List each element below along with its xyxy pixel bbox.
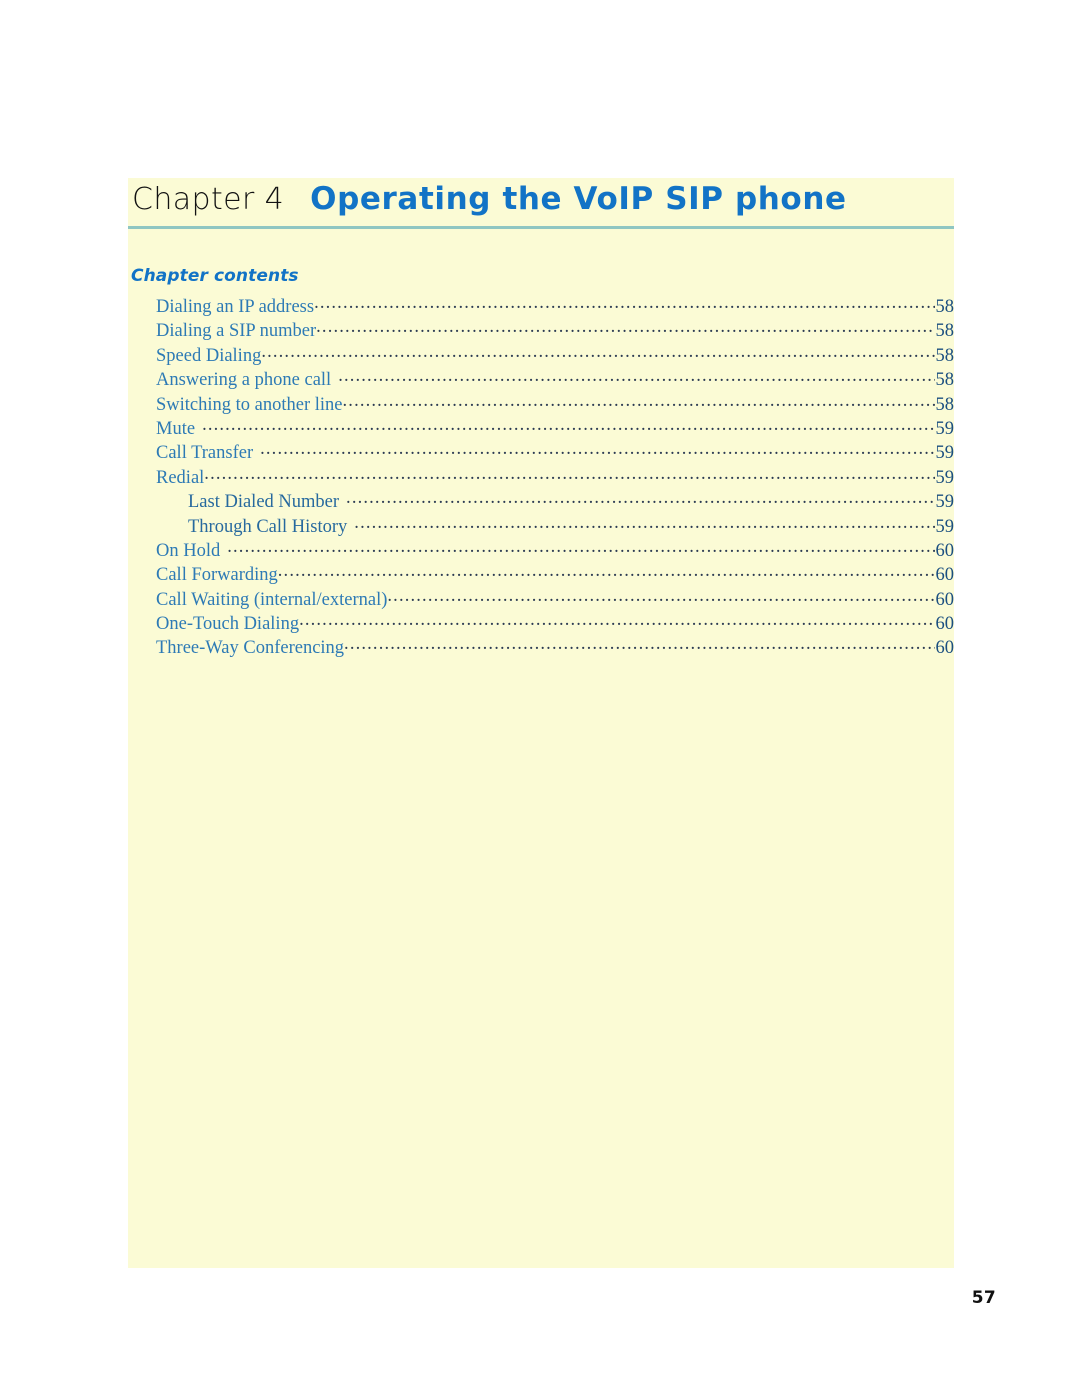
toc-entry-label: Call Forwarding bbox=[156, 565, 278, 586]
toc-leader-dots bbox=[343, 392, 935, 410]
toc-leader-dots bbox=[260, 440, 934, 458]
toc-entry-label: Mute bbox=[156, 418, 196, 439]
toc-entry-page-number: 58 bbox=[935, 345, 955, 366]
chapter-header: Chapter 4 Operating the VoIP SIP phone bbox=[128, 178, 954, 226]
toc-entry-label: Redial bbox=[156, 467, 205, 488]
toc-leader-dots bbox=[316, 318, 934, 336]
toc-entry-page-number: 60 bbox=[935, 589, 955, 610]
toc-entry-page-number: 59 bbox=[935, 516, 955, 537]
toc-entry-label: Call Waiting (internal/external) bbox=[156, 589, 388, 610]
toc-leader-dots bbox=[202, 416, 934, 434]
toc-entry[interactable]: Through Call History 59 bbox=[156, 514, 954, 538]
chapter-title: Operating the VoIP SIP phone bbox=[310, 181, 847, 217]
toc-entry-page-number: 59 bbox=[935, 467, 955, 488]
toc-entry-page-number: 59 bbox=[935, 418, 955, 439]
table-of-contents: Dialing an IP address58Dialing a SIP num… bbox=[156, 294, 954, 660]
chapter-content-panel: Chapter 4 Operating the VoIP SIP phone C… bbox=[128, 178, 954, 1268]
toc-entry[interactable]: Redial 59 bbox=[156, 465, 954, 489]
toc-leader-dots bbox=[354, 514, 934, 532]
toc-leader-dots bbox=[204, 465, 934, 483]
page-number: 57 bbox=[971, 1288, 996, 1308]
toc-entry-label: Speed Dialing bbox=[156, 345, 262, 366]
header-divider bbox=[128, 226, 954, 229]
toc-entry[interactable]: Mute 59 bbox=[156, 416, 954, 440]
toc-entry-page-number: 58 bbox=[935, 297, 955, 317]
toc-entry-label: Answering a phone call bbox=[156, 370, 332, 391]
toc-entry-label: Three-Way Conferencing bbox=[156, 638, 345, 659]
toc-entry-label: Call Transfer bbox=[156, 443, 254, 464]
toc-entry-page-number: 58 bbox=[935, 394, 955, 415]
toc-entry[interactable]: Call Waiting (internal/external) 60 bbox=[156, 587, 954, 611]
toc-entry[interactable]: On Hold 60 bbox=[156, 538, 954, 562]
chapter-number-label: Chapter 4 bbox=[132, 182, 285, 217]
toc-leader-dots bbox=[344, 635, 934, 653]
toc-entry[interactable]: Dialing a SIP number 58 bbox=[156, 318, 954, 342]
toc-entry-label: One-Touch Dialing bbox=[156, 614, 300, 635]
toc-leader-dots bbox=[278, 562, 935, 580]
toc-entry-label: Switching to another line bbox=[156, 394, 343, 415]
toc-entry-page-number: 60 bbox=[935, 614, 955, 635]
toc-entry-label: Dialing an IP address bbox=[156, 297, 315, 317]
toc-leader-dots bbox=[346, 489, 934, 507]
toc-entry-page-number: 58 bbox=[935, 321, 955, 342]
toc-leader-dots bbox=[299, 611, 934, 629]
toc-entry-page-number: 59 bbox=[935, 492, 955, 513]
toc-entry[interactable]: Three-Way Conferencing 60 bbox=[156, 635, 954, 659]
toc-entry-page-number: 60 bbox=[935, 565, 955, 586]
toc-entry-page-number: 60 bbox=[935, 540, 955, 561]
toc-entry[interactable]: Speed Dialing 58 bbox=[156, 343, 954, 367]
toc-leader-dots bbox=[261, 343, 934, 361]
toc-entry[interactable]: Dialing an IP address 58 bbox=[156, 294, 954, 318]
toc-entry-page-number: 60 bbox=[935, 638, 955, 659]
toc-entry-label: Last Dialed Number bbox=[188, 492, 340, 513]
toc-entry[interactable]: Call Transfer 59 bbox=[156, 440, 954, 464]
toc-entry-page-number: 59 bbox=[935, 443, 955, 464]
toc-leader-dots bbox=[338, 367, 934, 385]
toc-entry[interactable]: Switching to another line 58 bbox=[156, 392, 954, 416]
toc-entry[interactable]: Answering a phone call 58 bbox=[156, 367, 954, 391]
toc-entry[interactable]: One-Touch Dialing 60 bbox=[156, 611, 954, 635]
toc-entry[interactable]: Call Forwarding 60 bbox=[156, 562, 954, 586]
toc-leader-dots bbox=[227, 538, 934, 556]
toc-leader-dots bbox=[314, 294, 934, 312]
toc-entry[interactable]: Last Dialed Number 59 bbox=[156, 489, 954, 513]
toc-entry-page-number: 58 bbox=[935, 370, 955, 391]
toc-leader-dots bbox=[387, 587, 934, 605]
toc-entry-label: On Hold bbox=[156, 540, 221, 561]
toc-entry-label: Dialing a SIP number bbox=[156, 321, 317, 342]
chapter-contents-heading: Chapter contents bbox=[131, 266, 299, 286]
toc-entry-label: Through Call History bbox=[188, 516, 348, 537]
